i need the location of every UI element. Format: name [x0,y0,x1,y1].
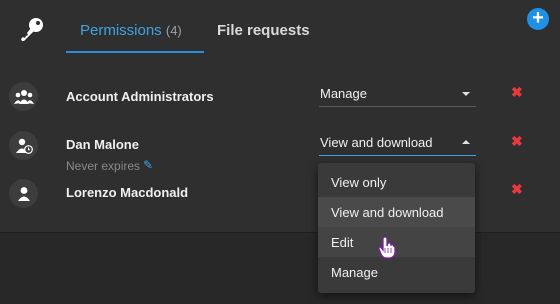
caret-down-icon [462,92,470,96]
remove-icon[interactable]: ✖ [511,133,523,150]
permissions-count: (4) [165,23,182,38]
menu-item-label: Edit [331,235,354,250]
menu-item-label: Manage [331,265,378,280]
row-name-lorenzo-macdonald: Lorenzo Macdonald [66,185,189,200]
menu-item-manage[interactable]: Manage [318,257,475,287]
permissions-panel: Permissions (4) File requests + Account … [0,0,560,233]
pencil-icon[interactable]: ✎ [143,158,153,172]
tab-permissions-label: Permissions [80,22,162,39]
caret-up-icon [462,140,470,144]
expiry-text: Never expires [66,159,141,173]
group-icon [9,82,38,111]
hand-cursor-icon [378,237,396,259]
permission-select-account-administrators[interactable]: Manage [319,84,476,107]
remove-icon[interactable]: ✖ [511,84,523,101]
tab-permissions[interactable]: Permissions (4) [80,22,182,39]
user-clock-icon [9,131,38,160]
menu-item-label: View and download [331,205,444,220]
menu-item-view-only[interactable]: View only [318,167,475,197]
menu-item-label: View only [331,175,387,190]
menu-item-edit[interactable]: Edit [318,227,475,257]
lower-area [0,233,560,304]
key-icon [21,18,43,41]
tab-file-requests[interactable]: File requests [217,22,310,39]
row-name-dan-malone: Dan Malone [66,137,139,152]
permission-select-dan-malone[interactable]: View and download [319,133,476,156]
remove-icon[interactable]: ✖ [511,181,523,198]
user-icon [9,179,38,208]
add-icon[interactable]: + [527,8,549,30]
row-name-account-administrators: Account Administrators [66,89,214,104]
permission-dropdown-menu: View only View and download Edit Manage [318,163,475,293]
permission-value: View and download [320,135,433,150]
menu-item-view-and-download[interactable]: View and download [318,197,475,227]
active-tab-indicator [66,51,204,53]
permission-value: Manage [320,86,367,101]
